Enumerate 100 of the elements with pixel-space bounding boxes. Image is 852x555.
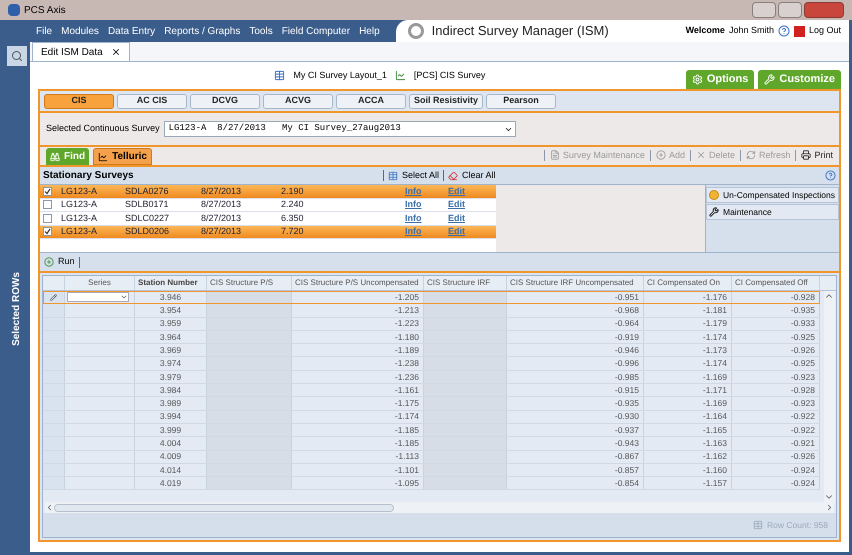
menu-item[interactable]: Field Computer [282,24,350,38]
grid-cell: -1.179 [644,318,732,330]
row-checkbox[interactable] [43,200,52,210]
column-header[interactable]: Series [65,276,135,290]
logout-link[interactable]: Log Out [808,24,841,38]
menu-item[interactable]: Modules [61,24,99,38]
grid-cell: -1.165 [644,424,732,436]
survey-tab[interactable]: CIS [44,94,114,108]
run-button[interactable]: Run [44,255,75,269]
survey-select-dropdown[interactable]: LG123-A 8/27/2013 My CI Survey_27aug2013 [164,121,516,137]
grid-row[interactable]: 4.019 -1.095 -0.854 -1.157 -0.924 [43,477,820,490]
column-header[interactable]: CI Compensated On [644,276,732,290]
menu-item[interactable]: Reports / Graphs [164,24,240,38]
column-header[interactable]: CIS Structure P/S Uncompensated [292,276,424,290]
grid-row[interactable]: 4.004 -1.185 -0.943 -1.163 -0.921 [43,437,820,451]
document-icon [550,150,560,160]
grid-row[interactable]: 4.014 -1.101 -0.857 -1.160 -0.924 [43,464,820,478]
grid-row[interactable]: 3.969 -1.189 -0.946 -1.173 -0.926 [43,344,820,358]
grid-cell: -0.926 [732,344,820,356]
survey-cell-text: 2.190 [281,184,305,198]
vertical-scrollbar[interactable] [824,291,835,502]
select-all-button[interactable]: Select All [388,168,440,182]
survey-tab[interactable]: Pearson [486,94,556,108]
close-button[interactable] [804,2,844,18]
survey-row[interactable]: LG123-A SDLC0227 8/27/2013 6.350 Info Edit [40,212,496,226]
row-checkbox[interactable] [43,214,52,223]
close-icon[interactable] [110,47,121,57]
info-link[interactable]: Info [405,198,448,212]
grid-row[interactable]: 4.009 -1.113 -0.867 -1.162 -0.926 [43,450,820,464]
grid-row[interactable]: 3.979 -1.236 -0.985 -1.169 -0.923 [43,370,820,384]
survey-tab[interactable]: ACCA [336,94,406,108]
column-header[interactable]: CIS Structure IRF Uncompensated [507,276,644,290]
grid-cell: -0.930 [507,410,644,423]
scrollbar-thumb[interactable] [54,504,394,512]
survey-cell-text: LG123-A [60,225,98,238]
survey-cell-text: LG123-A [60,198,98,211]
grid-row[interactable]: 3.984 -1.161 -0.915 -1.171 -0.928 [43,384,820,398]
side-panel-label[interactable]: Selected ROWs [9,272,24,346]
print-button[interactable]: Print [801,148,833,162]
survey-cell-text: LG123-A [60,184,98,198]
grid-row[interactable]: 3.989 -1.175 -0.935 -1.169 -0.923 [43,397,820,411]
grid-cell: -0.922 [732,424,820,436]
refresh-icon [746,150,756,160]
grid-row[interactable]: 3.959 -1.223 -0.964 -1.179 -0.933 [43,318,820,331]
survey-cell-text: 8/27/2013 [201,225,242,238]
inspections-button[interactable]: Un-Compensated Inspections [706,187,839,203]
minimize-button[interactable] [752,2,776,18]
survey-tab[interactable]: Soil Resistivity [409,94,484,108]
row-checkbox[interactable] [43,227,52,236]
column-header[interactable]: CIS Structure P/S [207,276,292,290]
clear-all-button[interactable]: Clear All [448,168,496,182]
help-icon[interactable] [778,25,790,37]
survey-tab[interactable]: ACVG [263,94,333,108]
survey-cell-text: 8/27/2013 [201,184,242,198]
welcome-text: Welcome [686,24,725,38]
menu-item[interactable]: Help [359,24,380,38]
survey-row[interactable]: LG123-A SDLD0206 8/27/2013 7.720 Info Edit [40,226,496,239]
maintenance-button[interactable]: Maintenance [706,204,839,220]
info-link[interactable]: Info [405,212,448,225]
app-title: Indirect Survey Manager (ISM) [432,22,609,40]
survey-cell-text: SDLD0206 [125,225,170,238]
scroll-left-icon[interactable] [45,503,54,512]
search-button[interactable] [6,46,26,66]
grid-row[interactable]: 3.954 -1.213 -0.968 -1.181 -0.935 [43,304,820,318]
grid-cell: -1.174 [644,357,732,370]
survey-tab[interactable]: DCVG [190,94,260,108]
survey-cell-text: 8/27/2013 [201,198,242,211]
row-header[interactable] [43,291,65,304]
mode-tab[interactable]: Telluric [93,148,152,165]
scroll-right-icon[interactable] [825,503,834,512]
edit-link[interactable]: Edit [448,212,465,225]
help-icon[interactable] [825,170,836,181]
chart-icon [394,70,406,81]
grid-cell: -0.935 [507,397,644,410]
column-header[interactable]: Station Number [135,276,207,290]
grid-row[interactable]: 3.974 -1.238 -0.996 -1.174 -0.925 [43,357,820,371]
menu-item[interactable]: Data Entry [108,24,156,38]
grid-row[interactable]: 3.964 -1.180 -0.919 -1.174 -0.925 [43,330,820,344]
survey-row[interactable]: LG123-A SDLB0171 8/27/2013 2.240 Info Edit [40,198,496,212]
survey-cell-text: 6.350 [281,212,305,224]
grid-row[interactable]: 3.994 -1.174 -0.930 -1.164 -0.922 [43,410,820,424]
horizontal-scrollbar[interactable] [45,502,834,513]
menu-item[interactable]: File [36,24,52,38]
grid-cell: -0.867 [507,450,644,463]
logout-icon[interactable] [794,26,805,36]
column-header[interactable]: CIS Structure IRF [424,276,507,290]
grid-row[interactable]: 3.946 -1.205 -0.951 -1.176 -0.928 [43,291,820,304]
column-header[interactable]: CI Compensated Off [732,276,820,290]
grid-row[interactable]: 3.999 -1.185 -0.937 -1.165 -0.922 [43,424,820,438]
user-name: John Smith [728,24,774,38]
grid-cell: -0.964 [507,318,644,330]
maximize-button[interactable] [778,2,802,18]
edit-link[interactable]: Edit [448,198,465,212]
survey-tab[interactable]: AC CIS [117,94,187,108]
row-checkbox[interactable] [43,186,52,196]
menu-item[interactable]: Tools [249,24,273,38]
eraser-icon [448,170,458,180]
document-tab[interactable]: Edit ISM Data [32,42,130,61]
survey-row[interactable]: LG123-A SDLA0276 8/27/2013 2.190 Info Edit [40,185,496,198]
grid-cell: -0.923 [732,397,820,410]
